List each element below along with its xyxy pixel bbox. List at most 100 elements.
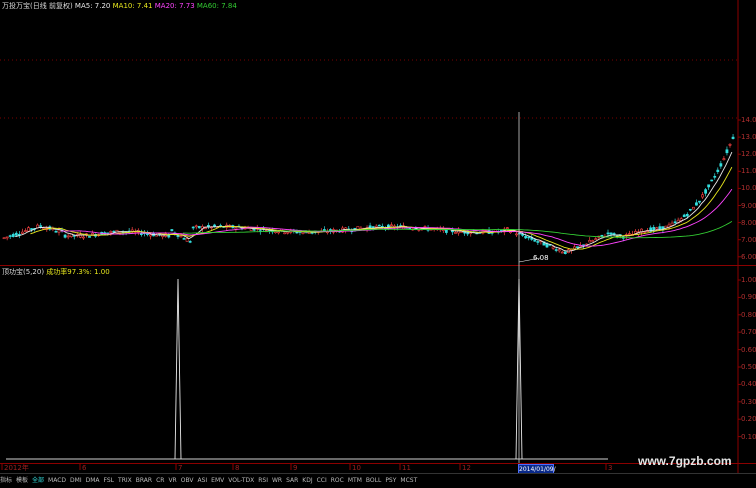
candle-body xyxy=(283,232,287,235)
candle-body xyxy=(277,231,281,234)
watermark: www.7gpzb.com xyxy=(638,454,732,468)
indicator-tab[interactable]: FSL xyxy=(104,477,115,484)
indicator-tab[interactable]: WR xyxy=(272,477,282,484)
candle-body xyxy=(374,225,378,228)
candle-body xyxy=(146,233,149,235)
candle-body xyxy=(24,230,27,232)
candle-body xyxy=(606,232,610,235)
time-tick-label: 11 xyxy=(402,464,411,472)
candle-body xyxy=(600,234,604,237)
candle-body xyxy=(185,238,189,242)
candle-body xyxy=(609,232,613,235)
price-tick-label: 10.00 xyxy=(741,184,756,193)
candle-body xyxy=(612,233,616,235)
time-tick-label: 6 xyxy=(82,464,87,472)
indicator-tab[interactable]: MACD xyxy=(48,477,66,484)
price-tick-label: 13.00 xyxy=(741,133,756,142)
candle-body xyxy=(533,239,537,242)
candle-body xyxy=(725,149,729,154)
ma10-value: MA10: 7.41 xyxy=(112,2,153,10)
indicator-tab[interactable]: TRIX xyxy=(118,477,132,484)
indicator-tab[interactable]: MTM xyxy=(348,477,362,484)
stock-chart-window: 万投万宝(日线 前复权) MA5: 7.20 MA10: 7.41 MA20: … xyxy=(0,0,756,488)
candle-body xyxy=(197,225,201,229)
candle-body xyxy=(536,241,540,243)
candle-body xyxy=(685,213,689,217)
indicator-signal-spike xyxy=(174,278,182,460)
indicator-tab[interactable]: 全部 xyxy=(32,477,44,484)
candle-body xyxy=(88,236,91,238)
candle-body xyxy=(682,214,686,218)
candle-body xyxy=(8,235,12,237)
indicator-tab[interactable]: CR xyxy=(156,477,164,484)
time-tick-label: 7 xyxy=(178,464,183,472)
price-tick-label: 14.00 xyxy=(741,116,756,124)
candle-body xyxy=(27,227,30,232)
candle-body xyxy=(286,231,290,234)
candle-body xyxy=(728,143,732,146)
indicator-tab[interactable]: 模板 xyxy=(16,477,28,484)
candle-body xyxy=(176,234,180,237)
indicator-tab[interactable]: SAR xyxy=(286,477,298,484)
indicator-value: 成功率97.3%: 1.00 xyxy=(46,268,110,276)
candle-body xyxy=(11,233,15,238)
candle-body xyxy=(688,208,692,211)
candle-body xyxy=(704,189,708,194)
candle-body xyxy=(191,226,195,229)
candle-body xyxy=(91,232,94,235)
indicator-tab[interactable]: 指标 xyxy=(0,477,12,484)
candle-body xyxy=(652,227,656,231)
candle-body xyxy=(39,225,43,227)
candle-body xyxy=(695,202,698,206)
candle-body xyxy=(658,226,662,230)
indicator-tab[interactable]: VOL-TDX xyxy=(228,477,254,484)
stock-title: 万投万宝(日线 前复权) xyxy=(2,2,73,10)
indicator-tick-label: 0.30 xyxy=(741,397,756,406)
indicator-tab[interactable]: ROC xyxy=(331,477,344,484)
candle-body xyxy=(57,229,61,233)
candle-body xyxy=(627,233,631,235)
candle-body xyxy=(673,221,677,224)
indicator-tab[interactable]: OBV xyxy=(181,477,194,484)
indicator-tab[interactable]: CCI xyxy=(317,477,327,484)
candle-body xyxy=(691,206,695,210)
ma20-value: MA20: 7.73 xyxy=(154,2,195,10)
indicator-tick-label: 0.80 xyxy=(741,310,756,319)
candle-body xyxy=(545,243,549,248)
candle-body xyxy=(722,158,726,161)
indicator-tab[interactable]: DMI xyxy=(70,477,82,484)
indicator-tab[interactable]: EMV xyxy=(211,477,224,484)
indicator-tick-label: 0.10 xyxy=(741,432,756,441)
candle-body xyxy=(707,184,711,188)
candle-body xyxy=(731,136,735,139)
candle-body xyxy=(188,240,192,243)
indicator-tab[interactable]: MCST xyxy=(400,477,417,484)
indicator-tab[interactable]: KDJ xyxy=(302,477,312,484)
kline-chart[interactable] xyxy=(0,0,756,487)
candle-body xyxy=(66,235,70,238)
indicator-tab[interactable]: PSY xyxy=(385,477,396,484)
indicator-tab[interactable]: BRAR xyxy=(136,477,152,484)
candle-body xyxy=(527,236,531,239)
price-tick-label: 8.00 xyxy=(741,218,756,227)
indicator-tab[interactable]: VR xyxy=(168,477,176,484)
candle-body xyxy=(112,230,116,233)
indicator-tab[interactable]: RSI xyxy=(258,477,268,484)
candle-body xyxy=(515,233,518,236)
indicator-header: 顶功宝(5,20) 成功率97.3%: 1.00 xyxy=(2,268,110,277)
candle-body xyxy=(377,224,381,227)
indicator-tab[interactable]: DMA xyxy=(86,477,100,484)
indicator-tick-label: 0.90 xyxy=(741,293,756,302)
candle-body xyxy=(14,232,18,236)
candle-body xyxy=(149,234,152,237)
candle-body xyxy=(179,235,183,238)
indicator-tick-label: 0.60 xyxy=(741,345,756,354)
time-tick-label: 9 xyxy=(293,464,298,472)
price-tick-label: 11.00 xyxy=(741,167,756,176)
indicator-tick-label: 0.70 xyxy=(741,328,756,337)
candle-body xyxy=(719,163,723,167)
candle-body xyxy=(204,227,207,230)
candle-body xyxy=(670,222,674,226)
indicator-tab[interactable]: ASI xyxy=(197,477,207,484)
indicator-tab[interactable]: BOLL xyxy=(366,477,381,484)
